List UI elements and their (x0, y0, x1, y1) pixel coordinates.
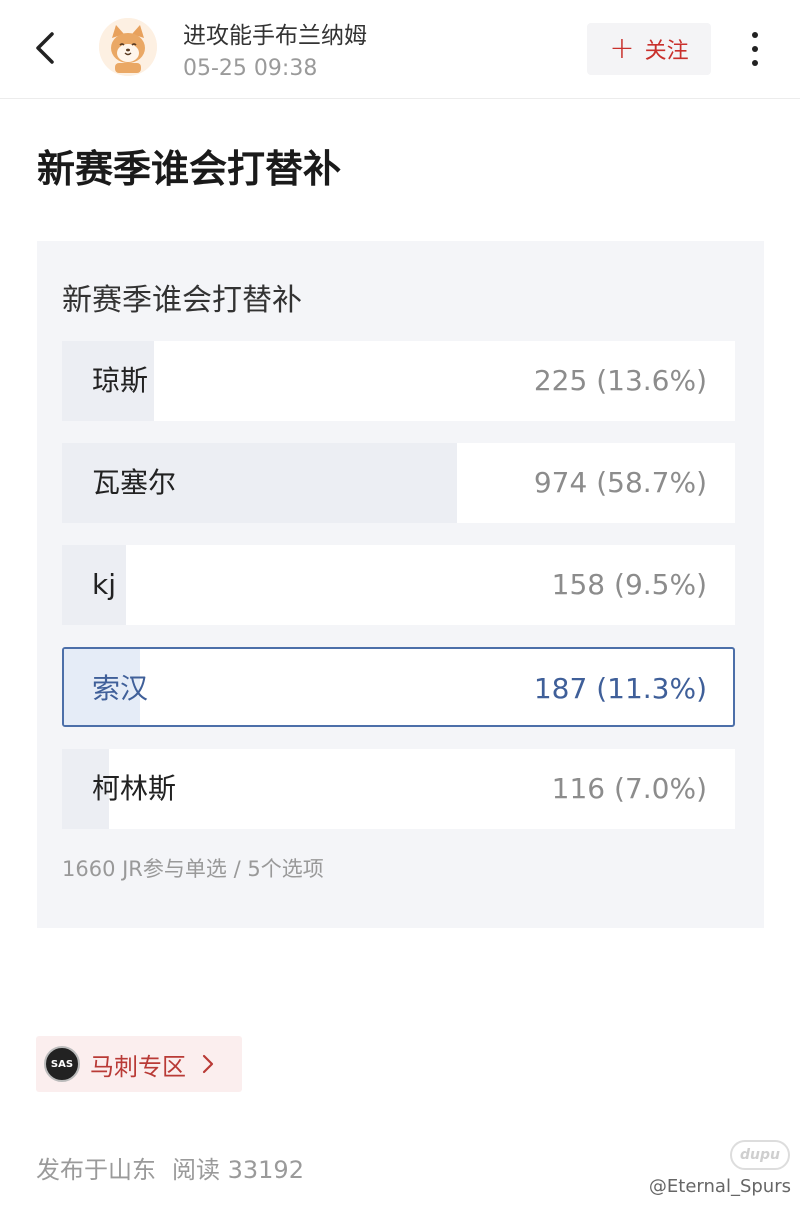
poll-option-name: 瓦塞尔 (92, 466, 177, 499)
spurs-logo-icon: SAS (44, 1046, 80, 1082)
post-meta: 发布于山东 阅读 33192 (36, 1150, 304, 1185)
poll-option-stat: 116 (7.0%) (551, 772, 707, 805)
poll-option-stat: 158 (9.5%) (551, 568, 707, 601)
poll-option[interactable]: 琼斯 225 (13.6%) (62, 341, 735, 421)
poll-option-name: 索汉 (92, 672, 149, 705)
poll-option[interactable]: 柯林斯 116 (7.0%) (62, 749, 735, 829)
poll-option-stat: 974 (58.7%) (533, 466, 707, 499)
poll-option[interactable]: 瓦塞尔 974 (58.7%) (62, 443, 735, 523)
poll-footer: 1660 JR参与单选 / 5个选项 (62, 857, 324, 881)
poll-option-name: 琼斯 (92, 364, 149, 397)
zone-label: 马刺专区 (90, 1052, 186, 1081)
post-location: 发布于山东 (36, 1156, 156, 1184)
chevron-right-icon (202, 1054, 214, 1074)
poll-card: 新赛季谁会打替补 琼斯 225 (13.6%) 瓦塞尔 974 (58.7%) … (37, 241, 764, 928)
plus-icon: + (609, 31, 635, 66)
post-header: 进攻能手布兰纳姆 05-25 09:38 + 关注 (0, 0, 800, 99)
author-avatar[interactable] (99, 18, 157, 76)
poll-option-name: kj (92, 568, 116, 601)
author-name[interactable]: 进攻能手布兰纳姆 (183, 16, 367, 50)
poll-option-name: 柯林斯 (92, 772, 177, 805)
poll-title: 新赛季谁会打替补 (62, 283, 302, 318)
watermark-logo: dupu (730, 1140, 790, 1170)
poll-option-stat: 187 (11.3%) (533, 672, 707, 705)
spurs-zone-tag[interactable]: SAS 马刺专区 (36, 1036, 242, 1092)
read-count: 阅读 33192 (172, 1156, 304, 1184)
post-title: 新赛季谁会打替补 (37, 147, 342, 191)
post-time: 05-25 09:38 (183, 56, 318, 81)
more-vertical-icon[interactable] (744, 28, 768, 70)
poll-option[interactable]: 索汉 187 (11.3%) (62, 647, 735, 727)
shiba-avatar-icon (99, 18, 157, 76)
watermark-text: @Eternal_Spurs (648, 1176, 791, 1197)
poll-option[interactable]: kj 158 (9.5%) (62, 545, 735, 625)
follow-button[interactable]: + 关注 (587, 23, 711, 75)
back-chevron-left-icon[interactable] (28, 28, 64, 68)
poll-option-stat: 225 (13.6%) (533, 364, 707, 397)
follow-label: 关注 (644, 39, 689, 64)
